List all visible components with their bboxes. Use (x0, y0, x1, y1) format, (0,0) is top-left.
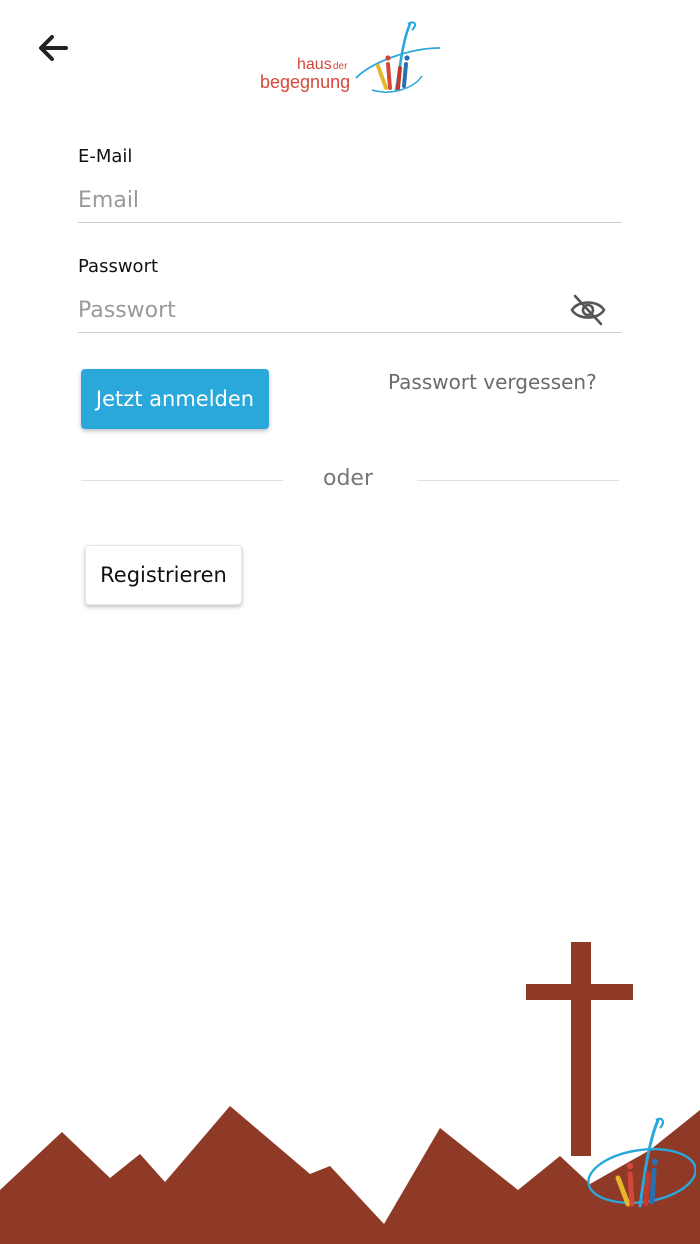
password-visibility-toggle[interactable] (568, 292, 608, 328)
logo-text-der: der (333, 61, 348, 72)
email-label: E-Mail (78, 146, 133, 167)
password-label: Passwort (78, 256, 159, 277)
logo-mark-icon (355, 21, 441, 93)
arrow-left-icon (39, 35, 68, 61)
eye-off-icon (570, 294, 606, 326)
divider-right (417, 480, 619, 481)
forgot-password-link[interactable]: Passwort vergessen? (388, 370, 597, 394)
corner-logo-icon (587, 1117, 696, 1208)
email-input[interactable] (78, 178, 622, 223)
back-button[interactable] (30, 28, 74, 68)
app-logo: haus der begegnung (256, 18, 442, 96)
login-button[interactable]: Jetzt anmelden (81, 369, 269, 429)
register-button[interactable]: Registrieren (85, 545, 242, 605)
logo-text-begegnung: begegnung (260, 72, 351, 92)
divider-left (81, 480, 283, 481)
password-input[interactable] (78, 288, 622, 333)
divider-text: oder (323, 466, 374, 491)
